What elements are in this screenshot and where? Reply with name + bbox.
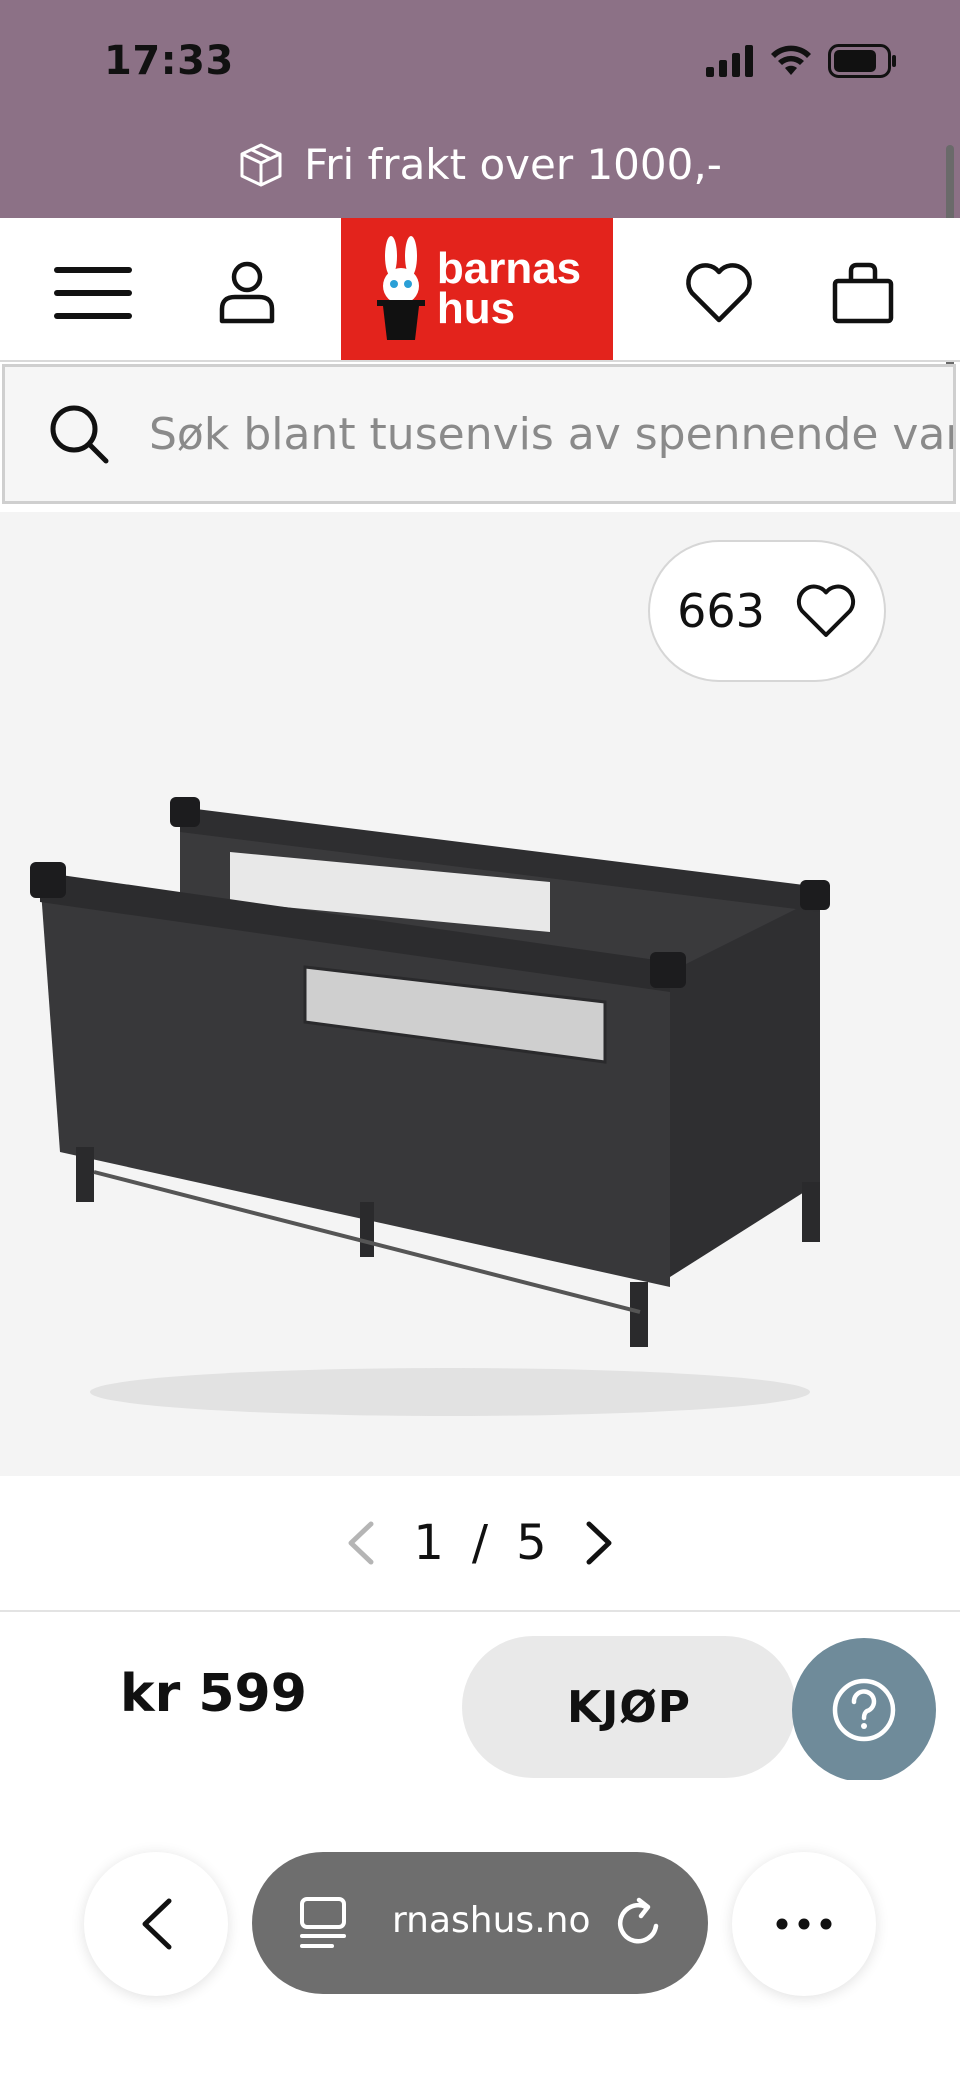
logo-wordmark: barnas hus	[436, 244, 582, 333]
hamburger-menu-icon	[54, 267, 132, 319]
logo-line2: hus	[436, 284, 516, 333]
heart-icon	[686, 263, 752, 323]
chevron-right-icon	[586, 1521, 612, 1565]
logo-line1: barnas	[436, 244, 582, 293]
battery-icon	[828, 44, 896, 78]
box-icon	[240, 143, 282, 186]
pager-separator: /	[471, 1515, 489, 1571]
signal-icon	[706, 45, 753, 77]
browser-back-button[interactable]	[84, 1852, 228, 1996]
browser-more-button[interactable]	[732, 1852, 876, 1996]
pager-current: 1	[413, 1515, 444, 1571]
buy-button[interactable]: KJØP	[462, 1636, 796, 1778]
user-icon	[219, 261, 275, 324]
chevron-left-icon	[348, 1521, 374, 1565]
help-button[interactable]	[792, 1638, 936, 1782]
search-bar[interactable]	[2, 364, 956, 504]
wishlist-button[interactable]	[674, 248, 764, 338]
page-menu-icon	[300, 1897, 346, 1948]
next-image-button[interactable]	[575, 1508, 625, 1578]
gallery-pager: 1 / 5	[0, 1476, 960, 1610]
url-text: rnashus.no	[392, 1900, 591, 1941]
more-options-icon	[776, 1918, 832, 1930]
reload-icon[interactable]	[612, 1896, 666, 1950]
wifi-icon	[771, 45, 811, 75]
heart-icon	[796, 584, 855, 637]
rabbit-hat-icon	[376, 236, 425, 340]
like-count-button[interactable]: 663	[648, 540, 886, 682]
browser-toolbar: rnashus.no	[0, 1780, 960, 2079]
question-mark-icon	[832, 1678, 896, 1742]
search-input[interactable]	[149, 408, 953, 460]
product-price: kr 599	[120, 1664, 307, 1724]
shopping-bag-icon	[832, 262, 894, 324]
top-banner: 17:33 Fri frakt over 1000,-	[0, 0, 960, 218]
promo-banner: Fri frakt over 1000,-	[0, 140, 960, 189]
site-header: barnas hus	[0, 218, 960, 362]
chevron-left-icon	[142, 1898, 172, 1950]
product-image-travel-cot	[30, 797, 830, 1416]
menu-button[interactable]	[48, 248, 138, 338]
cart-button[interactable]	[818, 248, 908, 338]
like-count: 663	[677, 584, 765, 638]
pager-total: 5	[516, 1515, 547, 1571]
barnashus-logo[interactable]: barnas hus	[341, 218, 613, 360]
promo-text: Fri frakt over 1000,-	[304, 140, 722, 189]
status-time: 17:33	[104, 38, 234, 84]
product-gallery[interactable]: 663	[0, 512, 960, 1476]
account-button[interactable]	[202, 248, 292, 338]
status-icons	[706, 44, 898, 78]
search-icon	[50, 405, 109, 464]
purchase-bar: kr 599 KJØP	[0, 1610, 960, 1782]
previous-image-button[interactable]	[335, 1508, 385, 1578]
address-bar[interactable]: rnashus.no	[252, 1852, 708, 1994]
